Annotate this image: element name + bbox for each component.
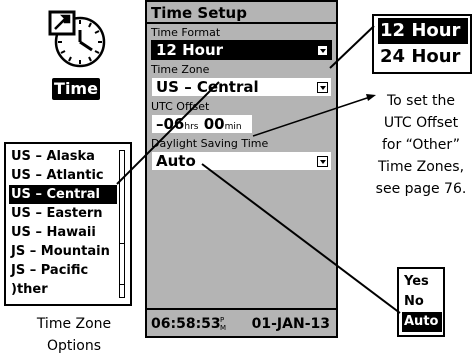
callout-lines xyxy=(116,25,401,314)
